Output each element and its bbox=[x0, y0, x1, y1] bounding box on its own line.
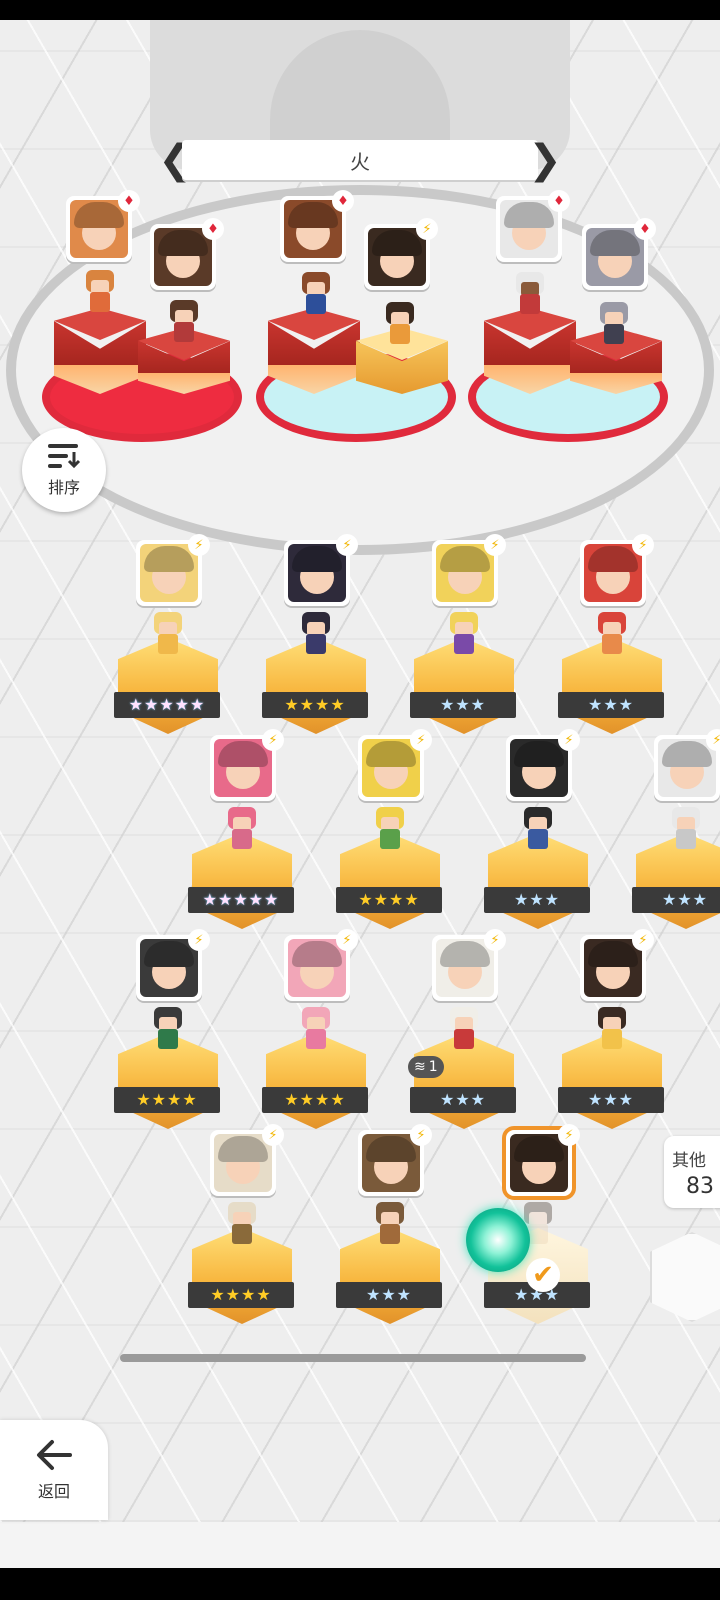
lightning-bolt-icon: ⚡ bbox=[262, 729, 284, 751]
star-rating: ★★★ bbox=[632, 887, 720, 913]
team-chibi-3 bbox=[296, 272, 336, 320]
stack-count: 1 bbox=[428, 1059, 438, 1075]
stack-icon: ≋ bbox=[414, 1059, 426, 1075]
others-label: 其他 bbox=[672, 1151, 706, 1171]
lightning-bolt-icon: ⚡ bbox=[416, 218, 438, 240]
star-rating: ★★★★ bbox=[114, 1087, 220, 1113]
roster-chibi bbox=[222, 1202, 262, 1250]
arrow-left-icon bbox=[37, 1440, 72, 1470]
back-label: 返回 bbox=[37, 1482, 70, 1501]
roster-chibi bbox=[592, 612, 632, 660]
team-chibi-6 bbox=[594, 302, 634, 350]
selection-orb bbox=[466, 1208, 530, 1272]
lightning-bolt-icon: ⚡ bbox=[262, 1124, 284, 1146]
roster-portrait[interactable]: ⚡ bbox=[506, 729, 580, 801]
lightning-bolt-icon: ⚡ bbox=[632, 929, 654, 951]
status-bar bbox=[0, 0, 720, 20]
roster-chibi bbox=[444, 612, 484, 660]
team-portrait-2[interactable]: ♦ bbox=[150, 218, 224, 290]
heart-suit-icon: ♦ bbox=[548, 190, 570, 212]
team-portrait-5[interactable]: ♦ bbox=[496, 190, 570, 262]
star-rating: ★★★★ bbox=[188, 1282, 294, 1308]
star-rating: ★★★★ bbox=[336, 887, 442, 913]
others-panel[interactable]: 其他 83 bbox=[664, 1136, 720, 1208]
team-chibi-5 bbox=[510, 272, 550, 320]
heart-suit-icon: ♦ bbox=[332, 190, 354, 212]
roster-chibi bbox=[666, 807, 706, 855]
roster-chibi bbox=[222, 807, 262, 855]
roster-portrait[interactable]: ⚡ bbox=[506, 1124, 580, 1196]
star-rating: ★★★★ bbox=[262, 692, 368, 718]
team-chibi-1 bbox=[80, 270, 120, 318]
roster-chibi bbox=[296, 1007, 336, 1055]
star-rating: ★★★ bbox=[558, 1087, 664, 1113]
roster-portrait[interactable]: ⚡ bbox=[432, 534, 506, 606]
navigation-bar bbox=[0, 1568, 720, 1600]
sort-button[interactable]: 排序 bbox=[22, 428, 106, 512]
roster-chibi bbox=[148, 1007, 188, 1055]
horizontal-scrollbar[interactable] bbox=[120, 1354, 586, 1362]
heart-suit-icon: ♦ bbox=[634, 218, 656, 240]
roster-portrait[interactable]: ⚡ bbox=[580, 929, 654, 1001]
roster-chibi bbox=[370, 807, 410, 855]
team-chibi-4 bbox=[380, 302, 420, 350]
star-rating: ★★★★★ bbox=[114, 692, 220, 718]
star-rating: ★★★ bbox=[336, 1282, 442, 1308]
team-slot-3-block[interactable] bbox=[268, 308, 360, 394]
lightning-bolt-icon: ⚡ bbox=[188, 929, 210, 951]
team-slot-5-block[interactable] bbox=[484, 308, 576, 394]
roster-portrait[interactable]: ⚡ bbox=[136, 929, 210, 1001]
roster-chibi bbox=[518, 807, 558, 855]
lightning-bolt-icon: ⚡ bbox=[188, 534, 210, 556]
star-rating: ★★★★ bbox=[262, 1087, 368, 1113]
roster-portrait[interactable]: ⚡ bbox=[210, 1124, 284, 1196]
lightning-bolt-icon: ⚡ bbox=[632, 534, 654, 556]
roster-chibi bbox=[148, 612, 188, 660]
roster-portrait[interactable]: ⚡ bbox=[654, 729, 720, 801]
bottom-panel bbox=[0, 1522, 720, 1568]
sort-label: 排序 bbox=[47, 478, 80, 497]
stack-count-badge: ≋ 1 bbox=[408, 1056, 444, 1078]
roster-portrait[interactable]: ⚡ bbox=[358, 729, 432, 801]
team-chibi-2 bbox=[164, 300, 204, 348]
heart-suit-icon: ♦ bbox=[118, 190, 140, 212]
star-rating: ★★★★★ bbox=[188, 887, 294, 913]
next-element-arrow-icon[interactable]: ❯ bbox=[528, 140, 562, 180]
lightning-bolt-icon: ⚡ bbox=[558, 1124, 580, 1146]
roster-portrait[interactable]: ⚡ bbox=[210, 729, 284, 801]
lightning-bolt-icon: ⚡ bbox=[484, 534, 506, 556]
sort-list-icon bbox=[48, 444, 81, 469]
star-rating: ★★★ bbox=[558, 692, 664, 718]
others-count: 83 bbox=[686, 1174, 714, 1199]
team-slot-1-block[interactable] bbox=[54, 308, 146, 394]
roster-portrait[interactable]: ⚡ bbox=[580, 534, 654, 606]
lightning-bolt-icon: ⚡ bbox=[410, 1124, 432, 1146]
roster-portrait[interactable]: ⚡ bbox=[284, 534, 358, 606]
lightning-bolt-icon: ⚡ bbox=[336, 534, 358, 556]
roster-portrait[interactable]: ⚡ bbox=[358, 1124, 432, 1196]
team-portrait-1[interactable]: ♦ bbox=[66, 190, 140, 262]
checkmark-icon: ✔ bbox=[526, 1258, 560, 1292]
lightning-bolt-icon: ⚡ bbox=[410, 729, 432, 751]
heart-suit-icon: ♦ bbox=[202, 218, 224, 240]
team-portrait-4[interactable]: ⚡ bbox=[364, 218, 438, 290]
team-portrait-3[interactable]: ♦ bbox=[280, 190, 354, 262]
roster-chibi bbox=[296, 612, 336, 660]
roster-chibi bbox=[444, 1007, 484, 1055]
roster-portrait[interactable]: ⚡ bbox=[136, 534, 210, 606]
star-rating: ★★★ bbox=[410, 1087, 516, 1113]
star-rating: ★★★ bbox=[484, 887, 590, 913]
back-button[interactable]: 返回 bbox=[0, 1420, 108, 1520]
roster-chibi bbox=[592, 1007, 632, 1055]
roster-portrait[interactable]: ⚡ bbox=[284, 929, 358, 1001]
element-title: 火 bbox=[350, 149, 370, 174]
team-portrait-6[interactable]: ♦ bbox=[582, 218, 656, 290]
element-title-bar: 火 bbox=[182, 140, 538, 180]
roster-chibi bbox=[370, 1202, 410, 1250]
lightning-bolt-icon: ⚡ bbox=[484, 929, 506, 951]
lightning-bolt-icon: ⚡ bbox=[336, 929, 358, 951]
lightning-bolt-icon: ⚡ bbox=[558, 729, 580, 751]
star-rating: ★★★ bbox=[410, 692, 516, 718]
roster-portrait[interactable]: ⚡ bbox=[432, 929, 506, 1001]
